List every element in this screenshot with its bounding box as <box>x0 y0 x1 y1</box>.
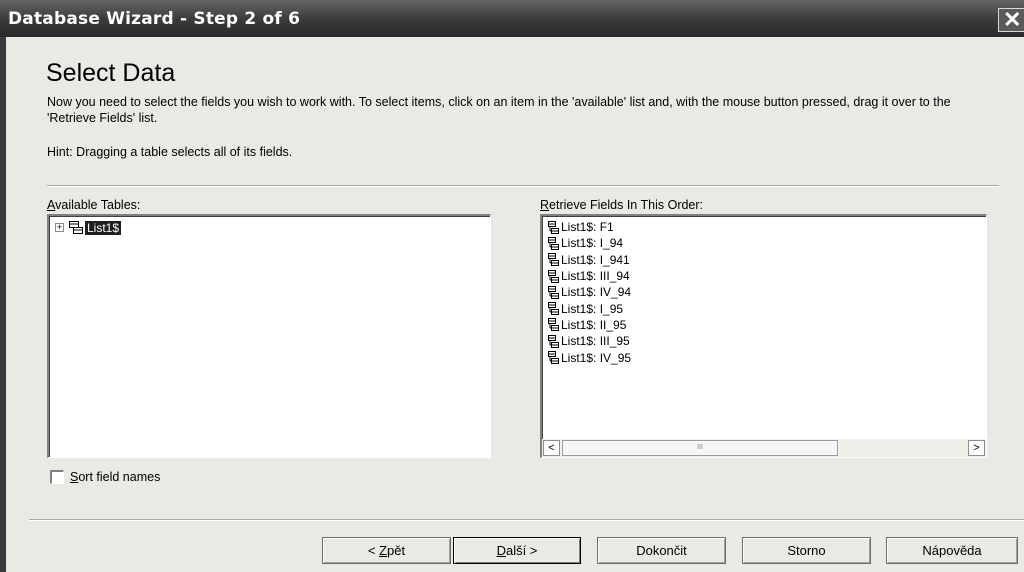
window-title: Database Wizard - Step 2 of 6 <box>8 9 301 29</box>
list-item[interactable]: List1$: IV_94 <box>547 284 631 300</box>
field-icon <box>548 285 559 299</box>
sort-field-names-checkbox[interactable] <box>50 470 64 484</box>
cancel-button[interactable]: Storno <box>742 537 871 564</box>
dialog-content: Select Data Now you need to select the f… <box>6 37 1024 572</box>
tree-item-label: List1$ <box>85 220 122 235</box>
field-icon <box>548 334 559 348</box>
title-bar[interactable]: Database Wizard - Step 2 of 6 ✕ <box>0 0 1024 37</box>
retrieve-fields-list[interactable]: List1$: F1 List1$: I_94 List1$: I_941 Li… <box>540 214 987 458</box>
list-item[interactable]: List1$: I_95 <box>547 300 631 316</box>
list-item[interactable]: List1$: F1 <box>547 219 631 235</box>
scroll-left-button[interactable]: < <box>543 440 560 456</box>
grip-icon: III <box>697 444 703 451</box>
page-heading: Select Data <box>46 59 176 87</box>
retrieve-fields-label: Retrieve Fields In This Order: <box>540 198 704 212</box>
field-icon <box>548 236 559 250</box>
close-button[interactable]: ✕ <box>998 8 1024 32</box>
scroll-right-button[interactable]: > <box>968 440 985 456</box>
next-button[interactable]: Další > <box>453 537 581 564</box>
chevron-left-icon: < <box>548 442 555 454</box>
field-icon <box>548 318 559 332</box>
footer-divider <box>29 519 1024 521</box>
chevron-right-icon: > <box>973 442 980 454</box>
field-icon <box>548 302 559 316</box>
field-icon <box>548 220 559 234</box>
list-item[interactable]: List1$: IV_95 <box>547 349 631 365</box>
field-icon <box>548 269 559 283</box>
help-button[interactable]: Nápověda <box>886 537 1018 564</box>
field-icon <box>548 253 559 267</box>
list-item[interactable]: List1$: III_94 <box>547 268 631 284</box>
page-hint: Hint: Dragging a table selects all of it… <box>47 145 293 159</box>
available-tables-tree[interactable]: + List1$ <box>47 214 491 458</box>
list-item[interactable]: List1$: I_941 <box>547 252 631 268</box>
tree-item-list1[interactable]: + List1$ <box>55 220 122 235</box>
finish-button[interactable]: Dokončit <box>597 537 726 564</box>
expand-icon[interactable]: + <box>55 223 64 232</box>
list-item[interactable]: List1$: I_94 <box>547 235 631 251</box>
list-item[interactable]: List1$: II_95 <box>547 317 631 333</box>
database-wizard-window: Database Wizard - Step 2 of 6 ✕ Select D… <box>0 0 1024 572</box>
table-icon <box>69 221 83 234</box>
horizontal-scrollbar[interactable]: < III > <box>542 439 986 457</box>
list-item[interactable]: List1$: III_95 <box>547 333 631 349</box>
available-tables-label: Available Tables: <box>47 198 141 212</box>
retrieve-fields-items: List1$: F1 List1$: I_94 List1$: I_941 Li… <box>547 219 631 366</box>
header-divider <box>47 185 999 187</box>
back-button[interactable]: < Zpět <box>322 537 451 564</box>
page-description: Now you need to select the fields you wi… <box>47 95 951 125</box>
close-icon: ✕ <box>1003 7 1022 32</box>
field-icon <box>548 351 559 365</box>
scrollbar-thumb[interactable]: III <box>562 440 838 456</box>
sort-field-names-label[interactable]: Sort field names <box>70 470 160 484</box>
